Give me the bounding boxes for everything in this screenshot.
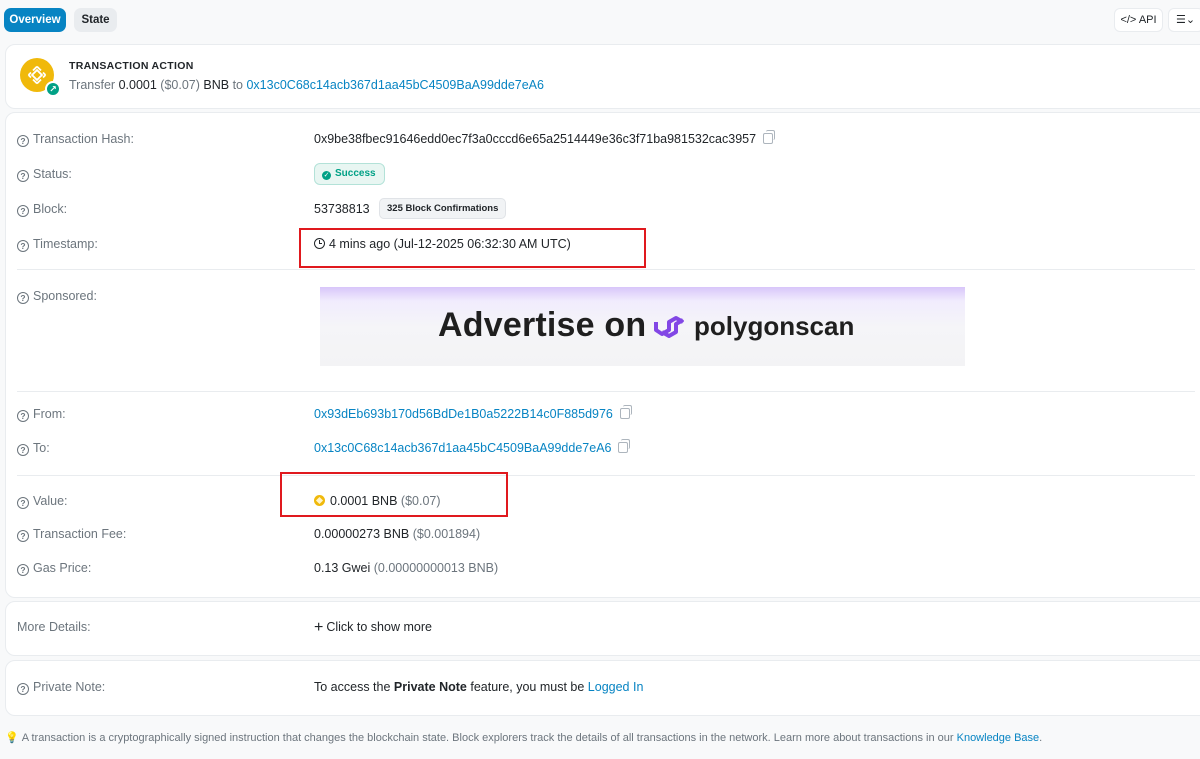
help-icon[interactable]: ? [17,292,29,304]
more-details-label: More Details: [17,620,91,634]
footer-end: . [1039,732,1043,744]
private-note-middle: feature, you must be [470,680,585,694]
block-number-link[interactable]: 53738813 [314,202,370,216]
help-icon[interactable]: ? [17,170,29,182]
plus-icon: + [314,619,324,636]
value-label: Value: [33,494,68,508]
private-note-label: Private Note: [33,680,106,694]
lightbulb-icon: 💡 [5,732,19,744]
gas-price-row: ? Gas Price: 0.13 Gwei (0.00000000013 BNB… [0,559,1200,579]
transaction-fee-label: Transaction Fee: [33,527,127,541]
transaction-action-summary: Transfer 0.0001 ($0.07) BNB to 0x13c0C68… [69,78,544,92]
private-note-prefix: To access the [314,680,391,694]
help-icon[interactable]: ? [17,410,29,422]
divider [17,475,1195,476]
block-label: Block: [33,202,68,216]
code-icon: </> [1120,14,1137,26]
help-icon[interactable]: ? [17,444,29,456]
ad-text: Advertise on [438,306,647,344]
view-options-button[interactable]: ☰⌄ [1168,8,1200,32]
status-value: Success [335,168,376,179]
transfer-arrow-icon: ↗ [45,81,61,97]
transaction-hash-row: ? Transaction Hash: 0x9be38fbec91646edd0e… [0,130,1200,150]
action-verb: Transfer [69,78,116,92]
copy-icon[interactable] [763,130,776,144]
block-row: ? Block: 53738813 325 Block Confirmations [0,198,1200,220]
transaction-action-title: TRANSACTION ACTION [69,60,194,72]
status-row: ? Status: ✓ Success [0,163,1200,185]
action-to-address-link[interactable]: 0x13c0C68c14acb367d1aa45bC4509BaA99dde7e… [246,78,543,92]
help-icon[interactable]: ? [17,530,29,542]
from-row: ? From: 0x93dEb693b170d56BdDe1B0a5222B14c… [0,405,1200,425]
gas-price-label: Gas Price: [33,561,92,575]
transaction-fee-amount: 0.00000273 BNB [314,527,410,541]
help-icon[interactable]: ? [17,497,29,509]
copy-icon[interactable] [618,439,631,453]
api-label: API [1138,14,1157,26]
transaction-hash-label: Transaction Hash: [33,132,134,146]
top-bar: Overview State </> API ☰⌄ [0,0,1200,40]
to-row: ? To: 0x13c0C68c14acb367d1aa45bC4509BaA99… [0,439,1200,459]
action-amount: 0.0001 [118,78,157,92]
action-usd: ($0.07) [160,78,200,92]
logged-in-link[interactable]: Logged In [588,680,644,694]
help-icon[interactable]: ? [17,683,29,695]
check-circle-icon: ✓ [322,171,331,180]
list-icon: ☰⌄ [1176,14,1196,26]
transaction-fee-usd: ($0.001894) [412,527,481,541]
help-icon[interactable]: ? [17,205,29,217]
divider [17,391,1195,392]
transaction-hash-value: 0x9be38fbec91646edd0ec7f3a0cccd6e65a2514… [314,132,757,146]
help-icon[interactable]: ? [17,564,29,576]
highlight-box-timestamp [299,228,646,268]
help-icon[interactable]: ? [17,240,29,252]
show-more-label: Click to show more [326,620,432,634]
action-to-word: to [232,78,243,92]
polygon-logo-icon [654,316,684,338]
value-row: ? Value: 0.0001 BNB ($0.07) [0,492,1200,512]
footer-note: 💡 A transaction is a cryptographically si… [5,731,1042,744]
highlight-box-value [280,472,508,517]
private-note-row: ? Private Note: To access the Private Not… [0,678,1200,698]
sponsored-ad-banner[interactable]: Advertise on polygonscan [320,287,965,366]
show-more-link[interactable]: + Click to show more [314,619,432,636]
status-badge: ✓ Success [314,163,385,185]
tab-state[interactable]: State [74,8,117,32]
sponsored-label: Sponsored: [33,289,97,303]
block-confirmations-badge: 325 Block Confirmations [379,198,507,219]
more-details-row: More Details: + Click to show more [0,618,1200,638]
gas-price-amount: 0.13 Gwei [314,561,371,575]
transaction-fee-row: ? Transaction Fee: 0.00000273 BNB ($0.001… [0,525,1200,545]
from-label: From: [33,407,66,421]
to-label: To: [33,441,50,455]
help-icon[interactable]: ? [17,135,29,147]
knowledge-base-link[interactable]: Knowledge Base [957,732,1040,744]
private-note-bold: Private Note [393,680,467,694]
footer-text: A transaction is a cryptographically sig… [21,732,954,744]
timestamp-label: Timestamp: [33,237,98,251]
gas-price-bnb: (0.00000000013 BNB) [373,561,499,575]
divider [17,269,1195,270]
to-address-link[interactable]: 0x13c0C68c14acb367d1aa45bC4509BaA99dde7e… [314,441,611,455]
status-label: Status: [33,167,72,181]
action-token: BNB [203,78,230,92]
tab-overview[interactable]: Overview [4,8,66,32]
from-address-link[interactable]: 0x93dEb693b170d56BdDe1B0a5222B14c0F885d9… [314,407,613,421]
copy-icon[interactable] [619,405,632,419]
ad-brand: polygonscan [694,311,855,341]
api-button[interactable]: </> API [1114,8,1163,32]
transaction-action-card: ↗ TRANSACTION ACTION Transfer 0.0001 ($0… [5,44,1200,109]
